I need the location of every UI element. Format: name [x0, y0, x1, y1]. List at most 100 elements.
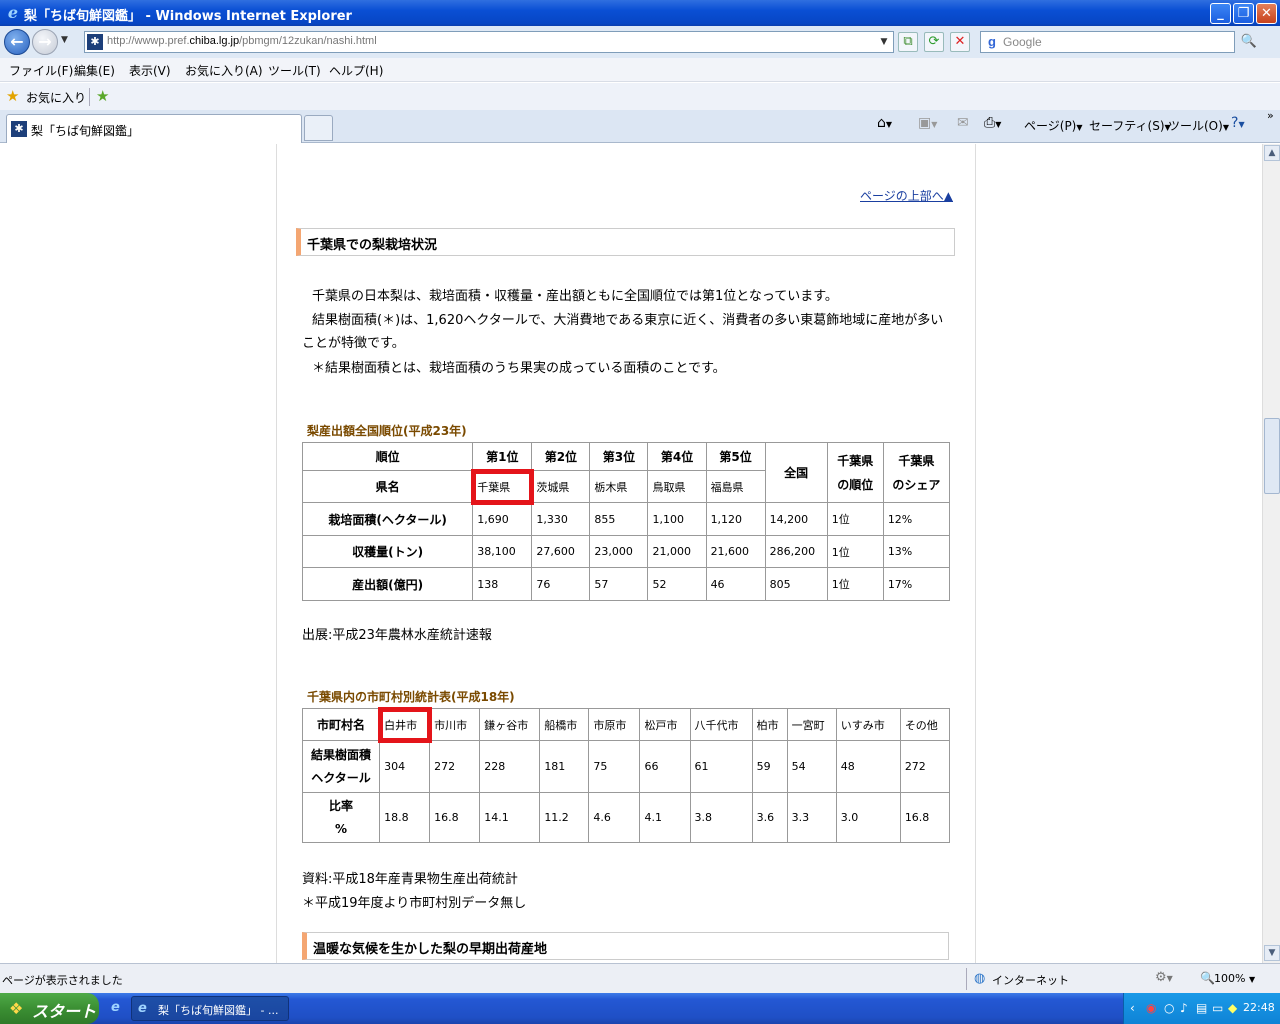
table-header: 第5位	[705, 442, 766, 471]
taskbar-item-ie[interactable]: e 梨「ちば旬鮮図鑑」 - ...	[131, 996, 289, 1021]
search-placeholder: Google	[1003, 35, 1042, 49]
close-button[interactable]: ✕	[1256, 3, 1277, 24]
system-tray: ‹ ◉ ○ ♪ ▤ ▭ ◆ 22:48	[1123, 993, 1280, 1024]
mail-icon[interactable]: ✉	[957, 115, 969, 131]
add-favorite-icon[interactable]: ★	[96, 87, 109, 105]
menu-view[interactable]: 表示(V)	[129, 62, 171, 79]
tools-menu[interactable]: ツール(O)▼	[1168, 117, 1229, 134]
table-cell: 3.6	[751, 792, 788, 843]
safety-menu[interactable]: セーフティ(S)▼	[1089, 117, 1171, 134]
tray-monitor-icon[interactable]: ▭	[1212, 1001, 1223, 1015]
tray-volume-icon[interactable]: ♪	[1180, 1001, 1188, 1015]
print-icon[interactable]: ⎙▼	[984, 115, 1001, 131]
minimize-button[interactable]: _	[1210, 3, 1231, 24]
table-cell: 17%	[882, 567, 951, 601]
compatibility-view-icon[interactable]: ⧉	[898, 32, 918, 52]
menu-edit[interactable]: 編集(E)	[74, 62, 115, 79]
table-cell: 23,000	[589, 535, 649, 568]
status-divider	[966, 968, 967, 990]
row-header: 栽培面積(ヘクタール)	[301, 502, 474, 536]
table-cell: 855	[589, 502, 649, 536]
maximize-button[interactable]: ❐	[1233, 3, 1254, 24]
status-text: ページが表示されました	[2, 974, 123, 987]
feeds-icon[interactable]: ▣▼	[918, 115, 937, 131]
section-heading: 千葉県での梨栽培状況	[296, 228, 955, 256]
table-row: 収穫量(トン) 38,100 27,600 23,000 21,000 21,6…	[301, 535, 951, 568]
quicklaunch-ie-icon[interactable]: e	[111, 1000, 120, 1015]
table-cell: 3.8	[689, 792, 753, 843]
start-label: スタート	[32, 1002, 97, 1021]
scroll-up-icon[interactable]: ▲	[1264, 145, 1280, 161]
address-input[interactable]: ✱ http://wwwp.pref.chiba.lg.jp/pbmgm/12z…	[84, 31, 894, 53]
internet-zone-icon[interactable]: ◍	[974, 971, 985, 986]
stop-icon[interactable]: ✕	[950, 32, 970, 52]
row-header: 産出額(億円)	[301, 567, 474, 601]
tab-bar: ✱ 梨「ちば旬鮮図鑑」	[0, 110, 1280, 143]
back-button[interactable]: ←	[4, 29, 30, 55]
address-dropdown-icon[interactable]: ▼	[877, 34, 891, 50]
table-cell: 14,200	[764, 502, 828, 536]
city-table: 市町村名 白井市 市川市 鎌ヶ谷市 船橋市 市原市 松戸市 八千代市 柏市 一宮…	[301, 706, 951, 843]
zoom-level[interactable]: 100% ▼	[1214, 972, 1255, 985]
google-icon: g	[988, 34, 996, 49]
vertical-scrollbar[interactable]: ▲ ▼	[1262, 144, 1280, 963]
address-url[interactable]: http://wwwp.pref.chiba.lg.jp/pbmgm/12zuk…	[107, 35, 377, 47]
favorites-button[interactable]: お気に入り	[26, 89, 86, 106]
tray-search-icon[interactable]: ○	[1164, 1001, 1174, 1015]
protected-mode-icon[interactable]: ⚙▼	[1155, 970, 1173, 985]
table-cell: その他	[899, 708, 951, 741]
forward-button[interactable]: →	[32, 29, 58, 55]
favorites-star-icon[interactable]: ★	[6, 87, 19, 105]
scroll-thumb[interactable]	[1264, 418, 1280, 494]
table-cell: 286,200	[764, 535, 828, 568]
table-cell: 栃木県	[589, 470, 649, 503]
menu-favorites[interactable]: お気に入り(A)	[185, 62, 263, 79]
tab-nashi[interactable]: ✱ 梨「ちば旬鮮図鑑」	[6, 114, 302, 143]
favorites-divider	[89, 88, 90, 106]
scroll-down-icon[interactable]: ▼	[1264, 945, 1280, 961]
table-cell: 61	[689, 740, 753, 793]
ie-logo-icon: e	[7, 3, 19, 22]
refresh-icon[interactable]: ⟳	[924, 32, 944, 52]
menu-tools[interactable]: ツール(T)	[268, 62, 321, 79]
tray-expand-icon[interactable]: ‹	[1130, 1001, 1135, 1015]
table-cell: 茨城県	[531, 470, 591, 503]
tray-security-icon[interactable]: ◆	[1228, 1001, 1237, 1015]
table-cell: 59	[751, 740, 788, 793]
new-tab-button[interactable]	[304, 115, 333, 141]
tray-network-icon[interactable]: ▤	[1196, 1001, 1207, 1015]
chevron-more-icon[interactable]: »	[1267, 109, 1274, 122]
table-cell: 21,600	[705, 535, 766, 568]
start-button[interactable]: ❖ スタート	[0, 993, 99, 1024]
paragraph: ことが特徴です。	[302, 336, 405, 351]
search-input[interactable]: g Google	[980, 31, 1235, 53]
table-header: 全国	[764, 442, 828, 503]
table-cell: 38,100	[472, 535, 533, 568]
table-cell: 柏市	[751, 708, 788, 741]
page-menu[interactable]: ページ(P)▼	[1024, 117, 1083, 134]
section-title: 千葉県での梨栽培状況	[307, 238, 438, 253]
table-cell: 52	[647, 567, 707, 601]
table-cell: 1,330	[531, 502, 591, 536]
search-icon[interactable]: 🔍	[1238, 32, 1260, 52]
menu-help[interactable]: ヘルプ(H)	[329, 62, 383, 79]
tray-app-icon[interactable]: ◉	[1146, 1001, 1156, 1015]
table-cell: 57	[589, 567, 649, 601]
data-note: ＊平成19年度より市町村別データ無し	[302, 896, 527, 911]
row-header: 結果樹面積 ヘクタール	[301, 740, 381, 793]
home-icon[interactable]: ⌂▼	[877, 115, 892, 131]
menu-file[interactable]: ファイル(F)	[9, 62, 73, 79]
table-cell: 27,600	[531, 535, 591, 568]
page-top-link[interactable]: ページの上部へ▲	[860, 187, 953, 204]
recent-pages-dropdown-icon[interactable]: ▼	[61, 35, 68, 45]
row-header: 比率%	[301, 792, 381, 843]
table-cell: 228	[479, 740, 541, 793]
table-cell: 54	[786, 740, 837, 793]
table-cell: 13%	[882, 535, 951, 568]
table-header: 第4位	[647, 442, 707, 471]
paragraph: 結果樹面積(＊)は、1,620ヘクタールで、大消費地である東京に近く、消費者の多…	[312, 313, 944, 328]
zoom-icon[interactable]: 🔍	[1200, 971, 1215, 985]
clock: 22:48	[1243, 1001, 1275, 1014]
help-icon[interactable]: ?▼	[1231, 115, 1245, 131]
table-cell: 福島県	[705, 470, 766, 503]
